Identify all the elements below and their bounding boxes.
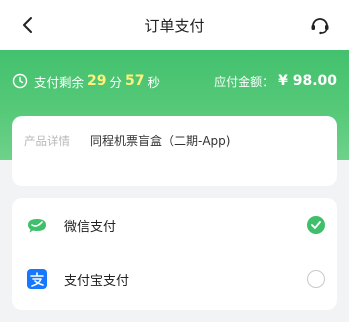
payment-countdown: 支付剩余 29 分 57 秒 [12, 70, 160, 92]
unselected-radio[interactable] [307, 270, 325, 288]
payment-method-wechat[interactable]: 微信支付 [12, 200, 337, 250]
amount-due: 应付金额： ¥ 98.00 [214, 70, 337, 92]
checkmark-icon [311, 221, 321, 229]
amount-value: ¥ 98.00 [278, 73, 337, 89]
product-details-label: 产品详情 [24, 134, 70, 148]
product-details-card: 产品详情 同程机票盲盒（二期-App) [12, 116, 337, 186]
payment-method-name: 支付宝支付 [64, 273, 130, 289]
alipay-icon [26, 268, 48, 290]
payment-method-alipay[interactable]: 支付宝支付 [12, 254, 337, 304]
selected-radio[interactable] [307, 216, 325, 234]
payment-method-name: 微信支付 [64, 219, 117, 235]
page-title: 订单支付 [144, 16, 205, 35]
product-name: 同程机票盲盒（二期-App) [90, 134, 231, 148]
amount-label: 应付金额： [214, 74, 275, 89]
chevron-left-icon [23, 17, 32, 33]
customer-service-button[interactable] [307, 12, 333, 38]
countdown-minute-unit: 分 [109, 74, 123, 90]
back-button[interactable] [14, 12, 40, 38]
countdown-seconds: 57 [125, 73, 145, 89]
customer-service-icon [311, 18, 329, 35]
countdown-prefix: 支付剩余 [34, 74, 85, 90]
clock-icon [12, 73, 28, 89]
countdown-second-unit: 秒 [147, 74, 161, 90]
countdown-minutes: 29 [87, 73, 107, 89]
payment-methods-card: 微信支付 支付宝支付 [12, 198, 337, 310]
wechat-pay-icon [26, 214, 48, 236]
top-navigation-bar: 订单支付 [0, 0, 349, 50]
